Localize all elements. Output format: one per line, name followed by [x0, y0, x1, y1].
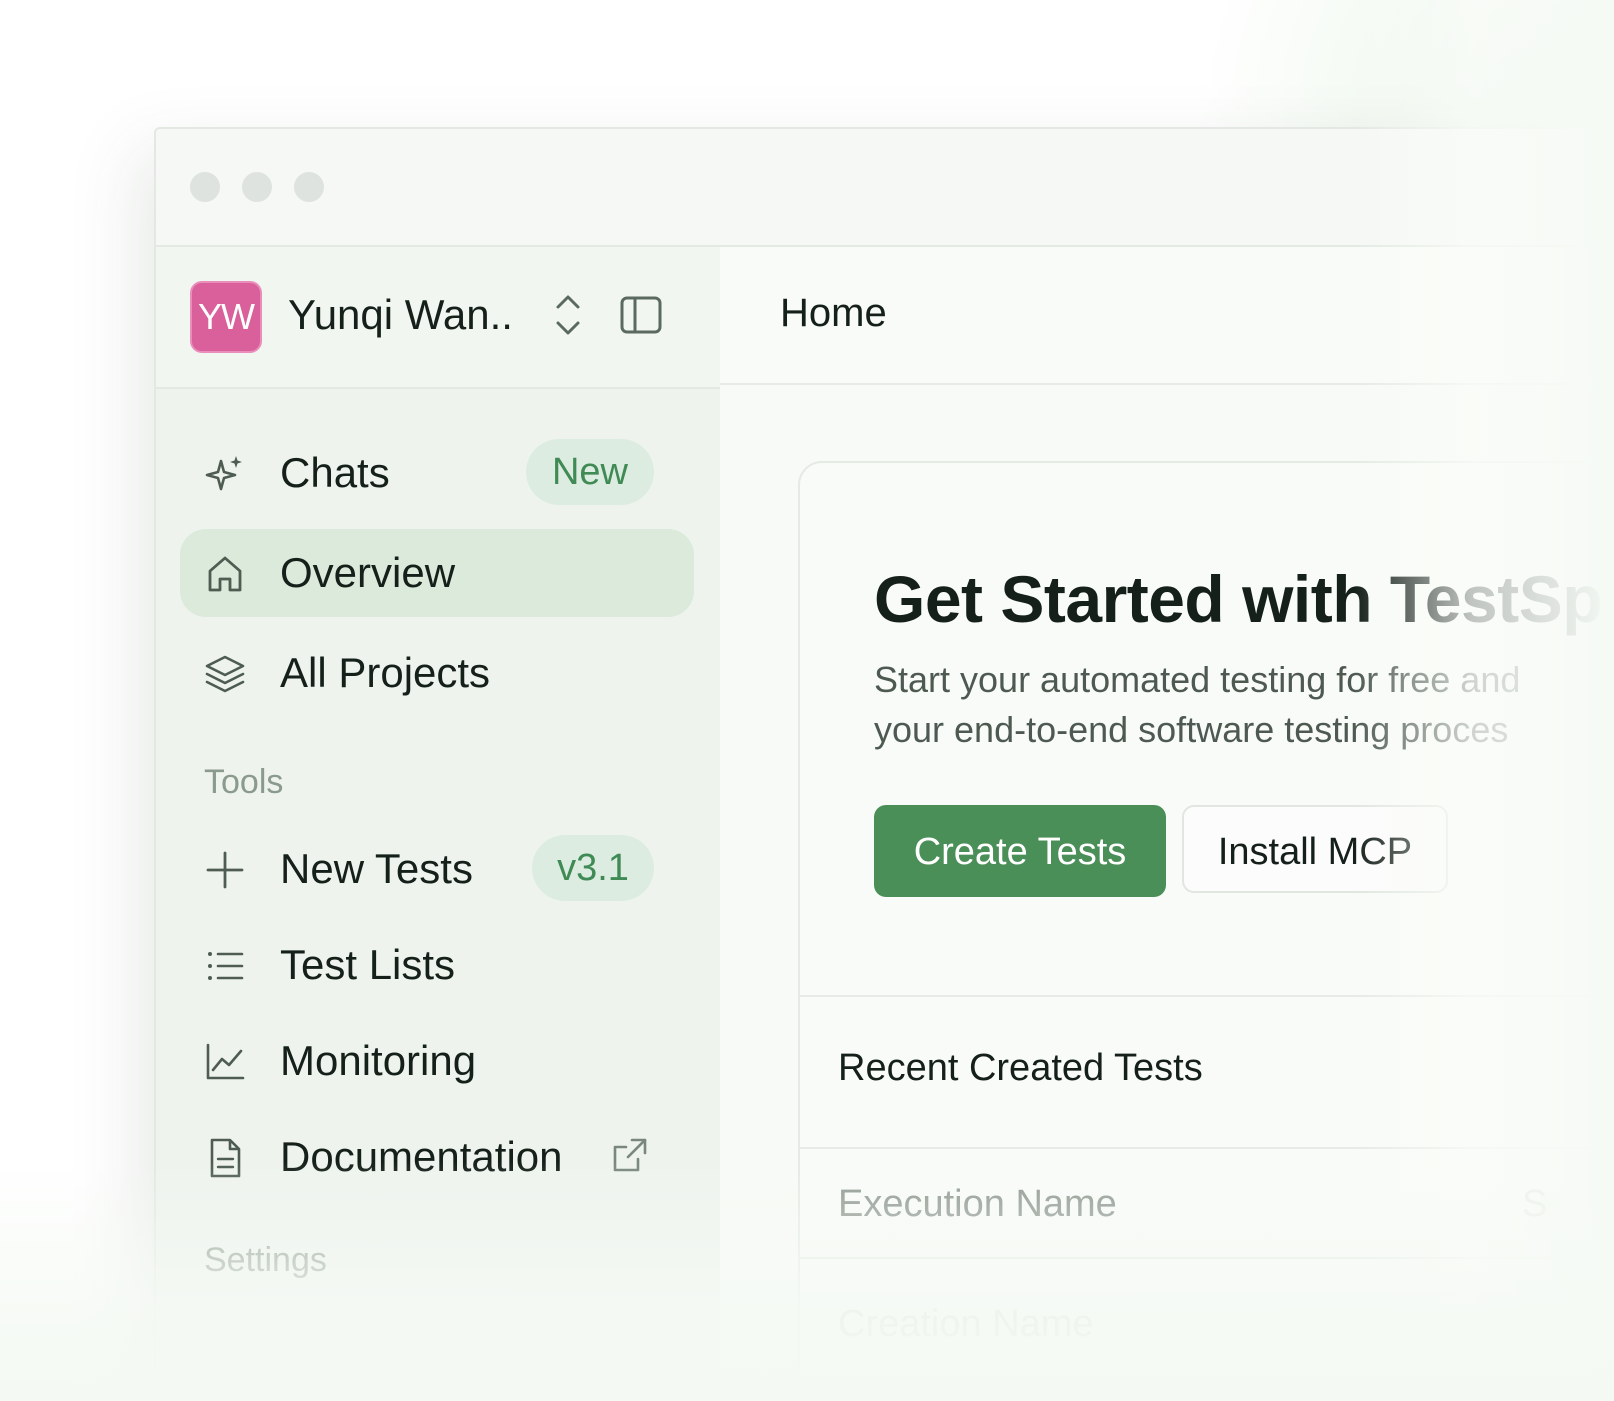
page-title: Home	[780, 291, 887, 335]
sidebar-item-label: Monitoring	[280, 1037, 477, 1084]
create-tests-button[interactable]: Create Tests	[874, 805, 1166, 897]
avatar: YW	[190, 281, 262, 353]
home-icon	[204, 553, 246, 595]
table-row[interactable]: Creation Name	[838, 1303, 1094, 1346]
sidebar-item-label: All Projects	[280, 649, 491, 696]
external-link-icon	[610, 1135, 650, 1175]
workspace-name[interactable]: Yunqi Wan..	[288, 291, 513, 339]
install-mcp-button[interactable]: Install MCP	[1182, 805, 1448, 893]
plus-icon	[204, 849, 246, 891]
hero-title: Get Started with TestSp	[874, 562, 1603, 636]
sidebar-item-overview[interactable]: Overview	[180, 529, 694, 617]
main-content: Home Get Started with TestSp Start your …	[720, 247, 1614, 1401]
list-icon	[204, 945, 246, 987]
minimize-window-dot[interactable]	[242, 172, 272, 202]
screenshot-stage: YW Yunqi Wan.. Chats New Overview All Pr…	[0, 0, 1614, 1401]
sidebar-item-documentation[interactable]: Documentation	[180, 1113, 694, 1201]
sidebar-item-new-tests[interactable]: New Tests v3.1	[180, 825, 694, 913]
workspace-switcher[interactable]: YW Yunqi Wan..	[156, 247, 720, 389]
get-started-card: Get Started with TestSp Start your autom…	[798, 461, 1614, 1401]
chevron-up-down-icon[interactable]	[552, 291, 584, 339]
column-header-execution-name[interactable]: Execution Name	[838, 1183, 1117, 1226]
maximize-window-dot[interactable]	[294, 172, 324, 202]
settings-section-label: Settings	[204, 1241, 327, 1279]
divider	[800, 1147, 1614, 1149]
hero-description-line: your end-to-end software testing proces	[874, 709, 1509, 750]
document-icon	[204, 1137, 246, 1179]
hero-description: Start your automated testing for free an…	[874, 655, 1520, 755]
sidebar-item-label: Documentation	[280, 1133, 563, 1180]
sparkle-icon	[204, 453, 246, 495]
column-header-status[interactable]: S	[1522, 1183, 1547, 1226]
hero-description-line: Start your automated testing for free an…	[874, 659, 1521, 700]
sidebar-item-monitoring[interactable]: Monitoring	[180, 1017, 694, 1105]
sidebar-item-all-projects[interactable]: All Projects	[180, 629, 694, 717]
divider	[800, 1257, 1614, 1259]
title-bar	[156, 129, 1614, 247]
sidebar-item-label: Chats	[280, 449, 390, 496]
new-badge: New	[526, 439, 654, 505]
sidebar-item-label: Test Lists	[280, 941, 456, 988]
sidebar: YW Yunqi Wan.. Chats New Overview All Pr…	[156, 247, 721, 1401]
layers-icon	[204, 653, 246, 695]
sidebar-item-label: Overview	[280, 549, 456, 596]
sidebar-item-test-lists[interactable]: Test Lists	[180, 921, 694, 1009]
divider	[800, 995, 1614, 997]
close-window-dot[interactable]	[190, 172, 220, 202]
app-window: YW Yunqi Wan.. Chats New Overview All Pr…	[154, 127, 1614, 1401]
chart-line-icon	[204, 1041, 246, 1083]
main-header: Home	[720, 247, 1614, 385]
sidebar-item-chats[interactable]: Chats New	[180, 429, 694, 517]
sidebar-item-label: New Tests	[280, 845, 473, 892]
tools-section-label: Tools	[204, 763, 284, 801]
sidebar-toggle-icon[interactable]	[620, 295, 662, 335]
version-badge: v3.1	[532, 835, 654, 901]
recent-tests-title: Recent Created Tests	[838, 1047, 1203, 1089]
